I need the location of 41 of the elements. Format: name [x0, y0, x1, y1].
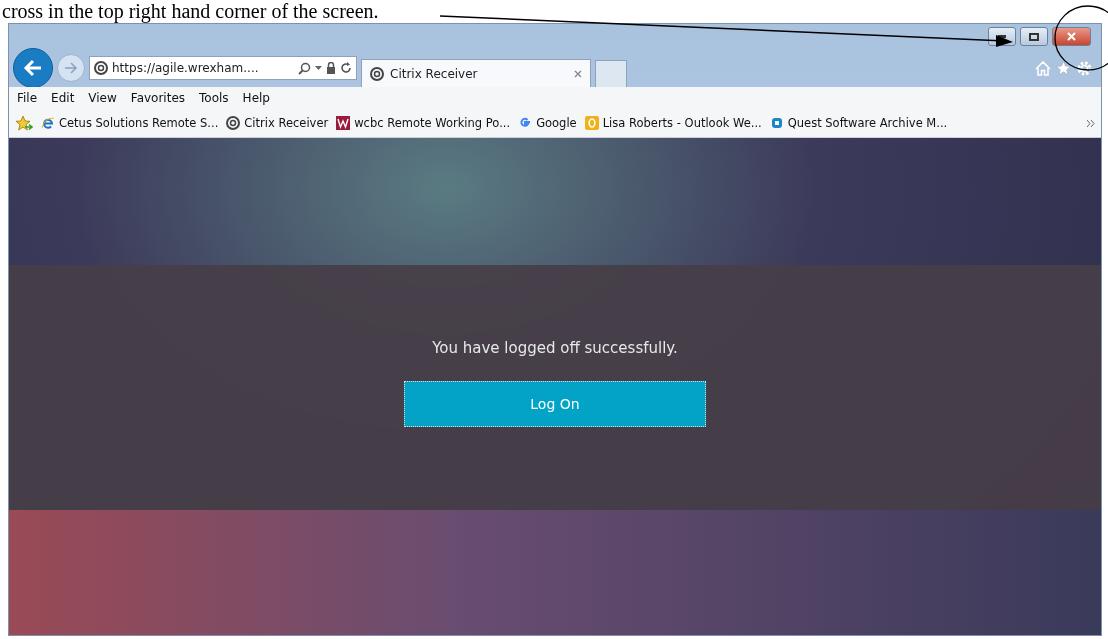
more-chevron-icon[interactable] [1087, 119, 1095, 127]
close-button[interactable] [1052, 27, 1091, 46]
w-logo-icon [336, 116, 351, 130]
close-icon [1067, 32, 1076, 41]
browser-tab[interactable]: Citrix Receiver [361, 59, 591, 87]
caption-text: cross in the top right hand corner of the screen. [1, 0, 379, 22]
refresh-icon [340, 62, 352, 74]
lock-icon [326, 62, 336, 74]
menu-item[interactable]: Edit [51, 91, 75, 105]
url-text: https://agile.wrexham.... [112, 61, 259, 75]
menu-item[interactable]: Help [242, 91, 270, 105]
favorite-link[interactable]: Quest Software Archive M... [769, 116, 948, 130]
search-icon [298, 61, 311, 75]
favorite-link[interactable]: Citrix Receiver [226, 116, 329, 130]
favorite-link[interactable]: Cetus Solutions Remote S... [41, 116, 219, 130]
favorite-link[interactable]: wcbc Remote Working Po... [336, 116, 511, 130]
back-button[interactable] [13, 48, 53, 88]
back-arrow-icon [23, 59, 43, 77]
status-message: You have logged off successfully. [432, 338, 678, 357]
o-logo-icon [584, 116, 599, 130]
favorite-link[interactable]: Google [518, 116, 577, 130]
menu-item[interactable]: Favorites [130, 91, 186, 105]
menu-item[interactable]: Tools [199, 91, 229, 105]
menu-item[interactable]: File [17, 91, 38, 105]
close-tab-icon [574, 69, 582, 78]
g-logo-icon [518, 116, 533, 130]
forward-arrow-icon [64, 62, 78, 74]
favorite-link[interactable]: Lisa Roberts - Outlook We... [584, 116, 762, 130]
spiral-icon [226, 116, 241, 130]
dropdown-caret-icon [315, 66, 322, 70]
ie-logo-icon [41, 116, 55, 130]
spiral-icon [94, 61, 108, 75]
a-logo-icon [769, 116, 784, 130]
maximize-icon [1029, 32, 1039, 41]
spiral-icon [370, 66, 384, 81]
settings-icon[interactable] [1076, 59, 1093, 77]
menu-item[interactable]: View [88, 91, 117, 105]
add-favorite-icon[interactable] [15, 115, 33, 131]
star-icon[interactable] [1055, 60, 1072, 76]
address-bar[interactable]: https://agile.wrexham.... [89, 56, 357, 80]
maximize-button[interactable] [1020, 27, 1048, 46]
